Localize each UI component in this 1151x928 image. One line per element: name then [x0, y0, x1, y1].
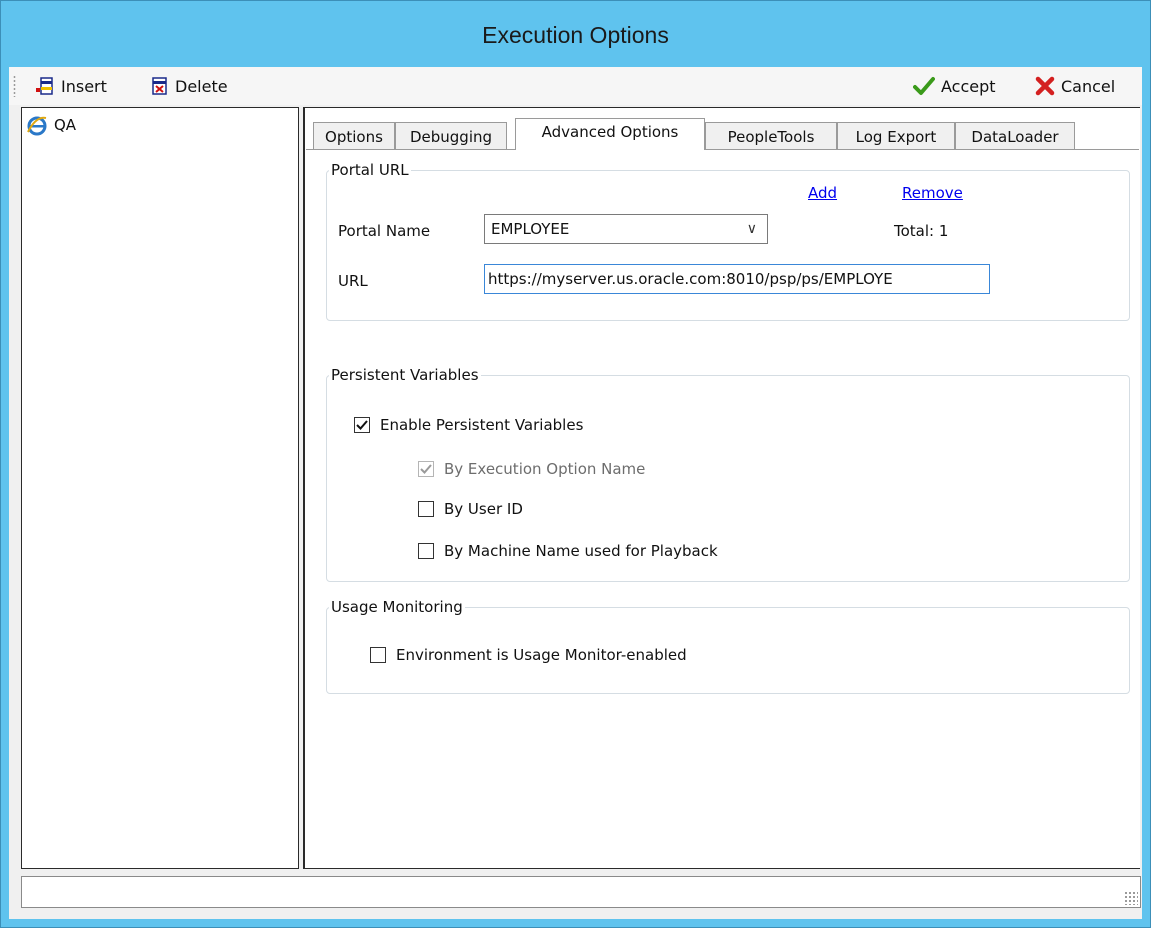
tab-advanced-options[interactable]: Advanced Options: [515, 118, 705, 150]
checkbox-box: [354, 417, 370, 433]
usage-monitor-enabled-label: Environment is Usage Monitor-enabled: [396, 646, 687, 664]
enable-persistent-variables-label: Enable Persistent Variables: [380, 416, 584, 434]
portal-url-legend: Portal URL: [331, 161, 409, 179]
tab-dataloader[interactable]: DataLoader: [955, 122, 1075, 149]
by-execution-option-name-label: By Execution Option Name: [444, 460, 646, 478]
toolbar-grip[interactable]: [13, 75, 16, 97]
add-link[interactable]: Add: [808, 184, 837, 202]
window-client-area: Insert Delete Accept Cancel QA Options D…: [9, 67, 1142, 919]
by-machine-name-checkbox[interactable]: By Machine Name used for Playback: [418, 542, 718, 560]
accept-label: Accept: [941, 76, 996, 96]
portal-name-dropdown[interactable]: EMPLOYEE ∨: [484, 214, 768, 244]
persistent-variables-legend: Persistent Variables: [331, 366, 479, 384]
checkbox-box: [418, 543, 434, 559]
resize-grip[interactable]: [1124, 891, 1138, 905]
delete-label: Delete: [175, 76, 228, 96]
internet-explorer-icon: [27, 116, 47, 136]
url-input[interactable]: https://myserver.us.oracle.com:8010/psp/…: [484, 264, 990, 294]
by-user-id-checkbox[interactable]: By User ID: [418, 500, 523, 518]
usage-monitoring-legend: Usage Monitoring: [331, 598, 463, 616]
delete-button[interactable]: Delete: [151, 73, 228, 99]
by-user-id-label: By User ID: [444, 500, 523, 518]
red-x-icon: [1035, 76, 1055, 96]
checkmark-icon: [420, 464, 432, 474]
checkbox-box: [418, 501, 434, 517]
remove-link[interactable]: Remove: [902, 184, 963, 202]
by-machine-name-label: By Machine Name used for Playback: [444, 542, 718, 560]
url-label: URL: [338, 272, 368, 290]
checkbox-box: [370, 647, 386, 663]
options-pane: Options Debugging Advanced Options Peopl…: [303, 107, 1140, 869]
delete-icon: [152, 77, 167, 95]
status-bar: [21, 876, 1141, 908]
cancel-label: Cancel: [1061, 76, 1116, 96]
portal-total-count: Total: 1: [894, 222, 949, 240]
accept-button[interactable]: Accept: [913, 73, 996, 99]
window-title: Execution Options: [482, 22, 669, 48]
usage-monitor-enabled-checkbox[interactable]: Environment is Usage Monitor-enabled: [370, 646, 687, 664]
tree-item-label: QA: [54, 116, 77, 134]
portal-name-value: EMPLOYEE: [491, 220, 570, 238]
tab-peopletools[interactable]: PeopleTools: [705, 122, 837, 149]
checkmark-icon: [913, 77, 935, 95]
insert-button[interactable]: Insert: [35, 73, 107, 99]
by-execution-option-name-checkbox[interactable]: By Execution Option Name: [418, 460, 645, 478]
execution-option-tree: QA: [21, 107, 299, 869]
tab-options[interactable]: Options: [313, 122, 395, 149]
checkbox-box: [418, 461, 434, 477]
enable-persistent-variables-checkbox[interactable]: Enable Persistent Variables: [354, 416, 583, 434]
portal-name-label: Portal Name: [338, 222, 431, 240]
toolbar: Insert Delete Accept Cancel: [9, 67, 1142, 105]
cancel-button[interactable]: Cancel: [1035, 73, 1115, 99]
advanced-options-panel: Portal URL Add Remove Portal Name EMPLOY…: [306, 149, 1139, 868]
tab-debugging[interactable]: Debugging: [395, 122, 507, 149]
tree-item-qa[interactable]: QA: [26, 114, 76, 136]
tab-log-export[interactable]: Log Export: [837, 122, 955, 149]
checkmark-icon: [356, 420, 368, 430]
chevron-down-icon: ∨: [746, 221, 757, 237]
insert-icon: [36, 77, 53, 95]
execution-options-window: Execution Options Insert Delete Accept C…: [0, 0, 1151, 928]
insert-label: Insert: [61, 76, 107, 96]
